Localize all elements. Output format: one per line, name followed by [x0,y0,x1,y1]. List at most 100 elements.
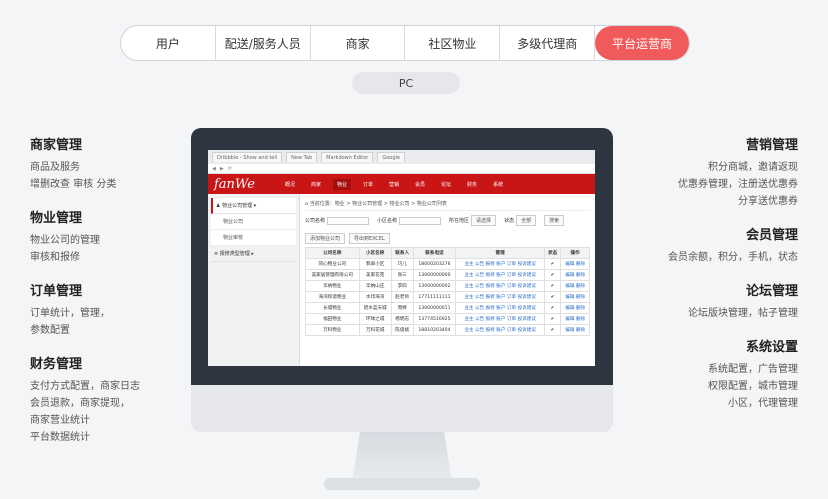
company-table: 公司名称 小区名称 联系人 联系电话 管理 状态 操作 同心物业公司 翡翠小区 巧儿 1800020… [305,247,590,336]
browser-tab[interactable]: Markdown Editor [321,152,374,162]
fanwe-logo: fanWe [214,176,255,192]
row-actions[interactable]: 编辑 删除 [560,280,590,292]
table-cell: 13000000000 [412,269,457,281]
table-cell: 华纳物业 [305,280,360,292]
row-actions[interactable]: 编辑 删除 [560,291,590,303]
left-group-line: 参数配置 [30,325,70,336]
manage-links[interactable]: 业主 公告 报修 账户 订单 投诉建议 [455,302,545,314]
row-actions[interactable]: 编辑 删除 [560,313,590,325]
nav-item[interactable]: 物业 [332,178,351,190]
monitor-chin [191,385,613,432]
tab-5[interactable]: 平台运营商 [595,26,689,60]
manage-links[interactable]: 业主 公告 报修 账户 订单 投诉建议 [455,258,545,270]
right-group-title: 系统设置 [745,340,798,355]
left-group-line: 订单统计，管理， [30,308,110,319]
right-group-line: 分享送优惠券 [738,196,798,207]
browser-tab[interactable]: New Tab [286,152,318,162]
add-company-button[interactable]: 添加物业公司 [305,233,346,244]
sidebar-item-company[interactable]: 物业公司 [211,214,296,230]
tab-2[interactable]: 商家 [311,26,406,60]
left-group-line: 物业公司的管理 [30,235,100,246]
tab-4[interactable]: 多级代理商 [500,26,596,60]
column-header: 操作 [560,247,590,259]
row-actions[interactable]: 编辑 删除 [560,269,590,281]
nav-item[interactable]: 财务 [463,179,481,190]
table-cell: 周婷 [390,302,414,314]
manage-links[interactable]: 业主 公告 报修 账户 订单 投诉建议 [455,313,545,325]
manage-links[interactable]: 业主 公告 报修 账户 订单 投诉建议 [455,280,545,292]
admin-topnav: fanWe 概况 商家 物业 订单 营销 会员 论坛 财务 系统 [208,174,595,194]
platform-pill[interactable]: PC [352,72,460,94]
monitor-stand [352,432,452,482]
table-cell: 李四 [390,280,414,292]
browser-tab[interactable]: Dribbble - Show and tell [212,152,283,162]
right-group-title: 论坛管理 [745,284,798,299]
table-cell: 18810203404 [412,324,457,336]
left-group-title: 财务管理 [30,357,83,372]
community-input[interactable] [399,216,442,225]
left-group: 物业管理 物业公司的管理 审核和报修 [30,207,180,266]
table-cell: 杨明志 [390,313,414,325]
right-feature-list: 营销管理 积分商城，邀请返现 优惠券管理，注册送优惠券 分享送优惠券 会员管理 会员余额，… [638,134,798,426]
tab-3[interactable]: 社区物业 [405,26,501,60]
left-group-title: 订单管理 [30,284,83,299]
left-group-title: 商家管理 [30,138,83,153]
nav-item[interactable]: 商家 [307,179,325,190]
company-input[interactable] [327,216,370,225]
right-group-line: 优惠券管理，注册送优惠券 [678,179,798,190]
status-select[interactable]: 全部 [516,215,537,226]
forward-icon[interactable]: ▶ [220,166,224,172]
sidebar-item-audit[interactable]: 物业审核 [211,230,296,246]
table-cell: ✔ [543,324,562,336]
table-cell: ✔ [543,291,562,303]
left-group: 商家管理 商品及服务 增删改查 审核 分类 [30,134,180,193]
row-actions[interactable]: 编辑 删除 [560,258,590,270]
community-label: 小区名称 [377,218,398,224]
table-cell: 美家花苑 [358,269,392,281]
platform-label: PC [398,76,414,90]
table-cell: 万科物业 [305,324,360,336]
table-row: 同心物业公司 翡翠小区 巧儿 18000203276 业主 公告 报修 账户 订单 投诉… [305,258,590,270]
left-group: 财务管理 支付方式配置，商家日志 会员退款，商家提现， 商家营业统计 平台数据统计 [30,353,180,446]
table-cell: 巧儿 [390,258,414,270]
left-feature-list: 商家管理 商品及服务 增删改查 审核 分类 物业管理 物业公司的管理 审核和报修 订单管理订… [30,134,180,460]
table-cell: 美家居管理有限公司 [305,269,360,281]
row-actions[interactable]: 编辑 删除 [560,302,590,314]
row-actions[interactable]: 编辑 删除 [560,324,590,336]
nav-item[interactable]: 会员 [411,179,429,190]
table-cell: 华纳山庄 [358,280,392,292]
table-cell: 环球之城 [358,313,392,325]
back-icon[interactable]: ◀ [212,166,216,172]
nav-item[interactable]: 论坛 [437,179,455,190]
table-row: 海湾和谐物业 水印海湾 赵老师 17711111111 业主 公告 报修 账户 订单 投… [305,291,590,303]
main-content: ⌂ 当前位置：物业 > 物业公司管理 > 物业公司 > 物业公司列表 公司名称 … [300,194,595,366]
browser-tab[interactable]: Google [377,152,405,162]
search-button[interactable]: 搜索 [544,215,565,226]
sidebar-group-property[interactable]: ♟ 物业公司管理 ▾ [211,198,296,214]
export-excel-button[interactable]: 导出到EXCEL [349,233,390,244]
table-cell: 海湾和谐物业 [305,291,360,303]
manage-links[interactable]: 业主 公告 报修 账户 订单 投诉建议 [455,324,545,336]
monitor-base [324,478,480,490]
reload-icon[interactable]: ⟳ [228,166,232,172]
left-group-line: 会员退款，商家提现， [30,398,130,409]
nav-item[interactable]: 系统 [489,179,507,190]
tab-1[interactable]: 配送/服务人员 [216,26,311,60]
right-group-line: 论坛版块管理，帖子管理 [688,308,798,319]
sidebar-group-repair[interactable]: ≡ 报修类型管理 ▸ [211,246,296,262]
nav-item[interactable]: 订单 [359,179,377,190]
tab-0[interactable]: 用户 [121,26,216,60]
nav-item[interactable]: 概况 [281,179,299,190]
right-group-title: 营销管理 [745,138,798,153]
left-group-line: 商品及服务 [30,162,80,173]
nav-item[interactable]: 营销 [385,179,403,190]
table-cell: 翡翠小区 [358,258,392,270]
manage-links[interactable]: 业主 公告 报修 账户 订单 投诉建议 [455,269,545,281]
address-bar[interactable]: ◀ ▶ ⟳ [208,164,595,174]
company-label: 公司名称 [305,218,326,224]
manage-links[interactable]: 业主 公告 报修 账户 订单 投诉建议 [455,291,545,303]
table-cell: 陈俊斌 [390,324,414,336]
province-select[interactable]: 请选择 [471,215,497,226]
left-group: 订单管理订单统计，管理， 参数配置 [30,280,180,339]
table-row: 福田物业 环球之城 杨明志 13774516925 业主 公告 报修 账户 订单 投诉建… [305,313,590,325]
